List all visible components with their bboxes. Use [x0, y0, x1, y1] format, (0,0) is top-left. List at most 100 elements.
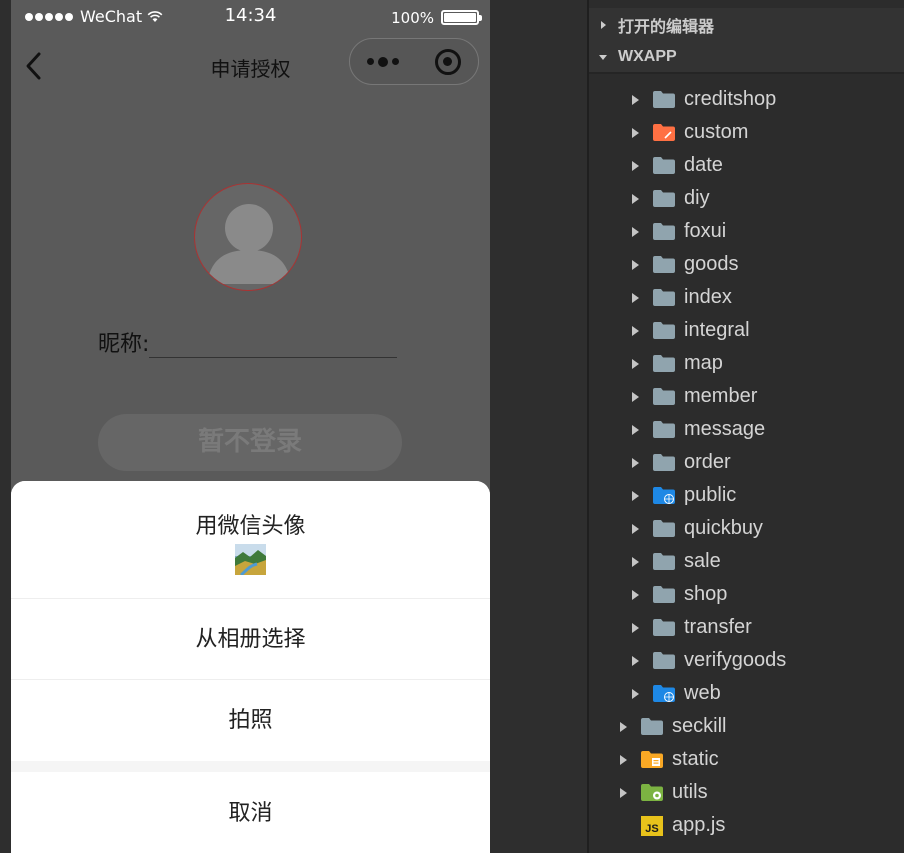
tree-item-label: shop [684, 583, 728, 605]
folder-icon [653, 322, 675, 339]
chevron-right-icon [632, 523, 639, 534]
avatar-action-sheet: 用微信头像 从相册选择 拍照 取消 [11, 481, 490, 853]
close-miniprogram-button[interactable] [415, 39, 480, 84]
tree-file-app.js[interactable]: JS app.js [620, 809, 725, 842]
tree-item-label: public [684, 484, 737, 506]
collapsed-arrow-icon [601, 20, 606, 29]
tree-item-label: app.js [672, 814, 726, 836]
chevron-right-icon [632, 655, 639, 666]
folder-public-icon [653, 685, 675, 702]
tree-folder-transfer[interactable]: transfer [632, 611, 752, 644]
cancel-option[interactable]: 取消 [11, 772, 490, 853]
take-photo-option[interactable]: 拍照 [11, 680, 490, 761]
expanded-arrow-icon [599, 54, 607, 60]
folder-icon [653, 256, 675, 273]
tree-item-label: custom [684, 121, 749, 143]
use-wechat-avatar-option[interactable]: 用微信头像 [11, 481, 490, 599]
tree-folder-member[interactable]: member [632, 380, 757, 413]
tree-item-label: quickbuy [684, 517, 763, 539]
chevron-right-icon [632, 358, 639, 369]
chevron-right-icon [632, 391, 639, 402]
tree-item-label: goods [684, 253, 739, 275]
folder-icon [653, 388, 675, 405]
chevron-right-icon [632, 490, 639, 501]
tree-folder-shop[interactable]: shop [632, 578, 727, 611]
chevron-right-icon [632, 688, 639, 699]
tree-item-label: member [684, 385, 758, 407]
use-wechat-avatar-label: 用微信头像 [195, 514, 306, 539]
folder-icon [653, 157, 675, 174]
chevron-right-icon [632, 193, 639, 204]
tree-folder-utils[interactable]: utils [620, 776, 708, 809]
tree-folder-integral[interactable]: integral [632, 314, 750, 347]
chevron-right-icon [632, 589, 639, 600]
navigation-bar: 申请授权 [11, 34, 490, 96]
chevron-right-icon [632, 160, 639, 171]
tree-item-label: creditshop [684, 88, 777, 110]
tree-item-label: sale [684, 550, 721, 572]
folder-utils-icon [641, 784, 663, 801]
chevron-right-icon [620, 721, 627, 732]
tree-folder-date[interactable]: date [632, 149, 723, 182]
more-options-icon[interactable] [350, 39, 415, 84]
folder-icon [653, 553, 675, 570]
folder-icon [653, 289, 675, 306]
project-header[interactable]: WXAPP [589, 41, 904, 74]
chevron-right-icon [632, 325, 639, 336]
nickname-label: 昵称: [98, 332, 150, 357]
battery-icon [441, 10, 482, 25]
tree-folder-custom[interactable]: custom [632, 116, 748, 149]
folder-icon [653, 520, 675, 537]
folder-custom-icon [653, 124, 675, 141]
file-explorer: 打开的编辑器 WXAPP creditshop custom date diy foxu… [589, 0, 904, 853]
tree-item-label: order [684, 451, 731, 473]
folder-icon [653, 586, 675, 603]
miniprogram-capsule [349, 38, 479, 85]
tree-item-label: verifygoods [684, 649, 787, 671]
chevron-right-icon [632, 556, 639, 567]
tree-folder-index[interactable]: index [632, 281, 732, 314]
chevron-right-icon [632, 94, 639, 105]
folder-icon [653, 91, 675, 108]
nickname-input[interactable] [149, 332, 398, 358]
tree-folder-static[interactable]: static [620, 743, 719, 776]
tree-folder-foxui[interactable]: foxui [632, 215, 726, 248]
tree-folder-public[interactable]: public [632, 479, 736, 512]
target-close-icon [434, 48, 461, 75]
nickname-row: 昵称: [98, 326, 398, 358]
tree-item-label: foxui [684, 220, 727, 242]
tree-item-label: map [684, 352, 723, 374]
simulator-gutter-left [0, 0, 11, 853]
folder-icon [653, 223, 675, 240]
chevron-right-icon [632, 622, 639, 633]
choose-from-album-option[interactable]: 从相册选择 [11, 599, 490, 680]
default-avatar-icon [207, 204, 291, 284]
js-file-icon: JS [641, 815, 663, 836]
project-label: WXAPP [618, 47, 677, 65]
tree-folder-quickbuy[interactable]: quickbuy [632, 512, 763, 545]
skip-login-button[interactable]: 暂不登录 [98, 414, 402, 471]
simulator-gutter-right [490, 0, 587, 853]
tree-folder-creditshop[interactable]: creditshop [632, 83, 776, 116]
tree-folder-message[interactable]: message [632, 413, 765, 446]
tree-folder-diy[interactable]: diy [632, 182, 710, 215]
tree-folder-goods[interactable]: goods [632, 248, 739, 281]
tree-item-label: diy [684, 187, 710, 209]
open-editors-header[interactable]: 打开的编辑器 [589, 8, 904, 41]
chevron-right-icon [620, 754, 627, 765]
chevron-right-icon [632, 292, 639, 303]
tree-folder-web[interactable]: web [632, 677, 721, 710]
tree-folder-map[interactable]: map [632, 347, 723, 380]
tree-folder-verifygoods[interactable]: verifygoods [632, 644, 786, 677]
battery-percentage: 100% [391, 9, 434, 27]
folder-public-icon [653, 487, 675, 504]
landscape-thumbnail-icon [235, 544, 266, 575]
tree-folder-order[interactable]: order [632, 446, 731, 479]
tree-item-label: transfer [684, 616, 752, 638]
folder-static-icon [641, 751, 663, 768]
avatar[interactable] [194, 183, 302, 291]
tree-folder-sale[interactable]: sale [632, 545, 721, 578]
tree-item-label: web [684, 682, 721, 704]
tree-item-label: message [684, 418, 766, 440]
tree-folder-seckill[interactable]: seckill [620, 710, 726, 743]
